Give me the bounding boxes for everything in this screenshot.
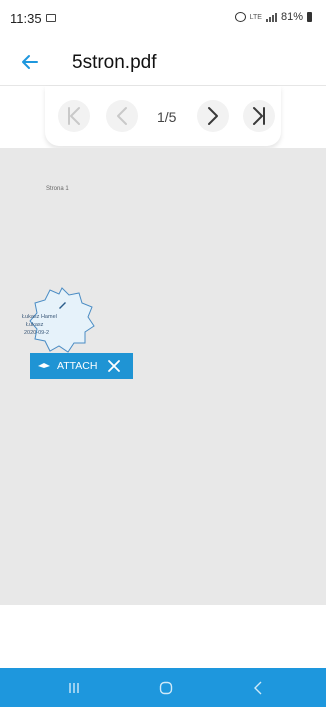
first-page-icon bbox=[68, 107, 80, 125]
app-bar: 5stron.pdf bbox=[0, 40, 326, 86]
previous-page-icon bbox=[117, 107, 127, 125]
signature-stamp[interactable]: Łukasz Hamel Łukasz 2020-09-2 bbox=[22, 286, 96, 354]
pager-card: 1/5 bbox=[45, 86, 281, 146]
recents-icon bbox=[69, 683, 79, 693]
attach-button[interactable]: ATTACH bbox=[57, 360, 97, 372]
page-text: Strona 1 bbox=[46, 186, 69, 192]
signal-icon bbox=[265, 12, 277, 22]
attach-bar: ATTACH bbox=[30, 353, 133, 379]
status-bar: 11:35 LTE 81% bbox=[0, 0, 326, 40]
signature-detail: Łukasz bbox=[26, 322, 44, 328]
network-type: LTE bbox=[249, 13, 262, 21]
stamp-shape bbox=[29, 287, 95, 353]
pen-icon bbox=[59, 302, 66, 309]
status-time: 11:35 bbox=[10, 11, 42, 26]
next-page-button[interactable] bbox=[197, 100, 229, 132]
close-button[interactable] bbox=[107, 359, 121, 373]
next-page-icon bbox=[208, 107, 218, 125]
previous-page-button[interactable] bbox=[106, 100, 138, 132]
recents-button[interactable] bbox=[64, 681, 84, 695]
drag-handle-icon bbox=[38, 363, 50, 368]
nav-back-button[interactable] bbox=[251, 680, 265, 696]
close-icon bbox=[108, 360, 121, 372]
arrow-left-icon bbox=[22, 55, 38, 69]
battery-icon bbox=[307, 12, 312, 22]
home-icon bbox=[159, 681, 173, 695]
alarm-icon bbox=[234, 12, 246, 22]
battery-percent: 81% bbox=[280, 11, 303, 23]
page-indicator: 1/5 bbox=[157, 109, 177, 125]
bottom-spacer bbox=[0, 605, 326, 668]
signature-date: 2020-09-2 bbox=[24, 330, 50, 336]
document-view[interactable]: Strona 1 Łukasz Hamel Łukasz 2020-09-2 A… bbox=[0, 148, 326, 605]
signature-name: Łukasz Hamel bbox=[22, 314, 57, 320]
last-page-button[interactable] bbox=[243, 100, 275, 132]
last-page-icon bbox=[253, 107, 265, 125]
drag-handle[interactable] bbox=[37, 362, 51, 370]
back-button[interactable] bbox=[16, 48, 44, 76]
page-title: 5stron.pdf bbox=[72, 52, 157, 73]
status-icons: LTE 81% bbox=[234, 11, 312, 23]
back-icon bbox=[254, 681, 262, 695]
page-navigator: 1/5 bbox=[0, 86, 326, 148]
home-button[interactable] bbox=[158, 680, 174, 696]
photo-icon bbox=[46, 14, 56, 22]
system-nav-bar bbox=[0, 668, 326, 707]
first-page-button[interactable] bbox=[58, 100, 90, 132]
